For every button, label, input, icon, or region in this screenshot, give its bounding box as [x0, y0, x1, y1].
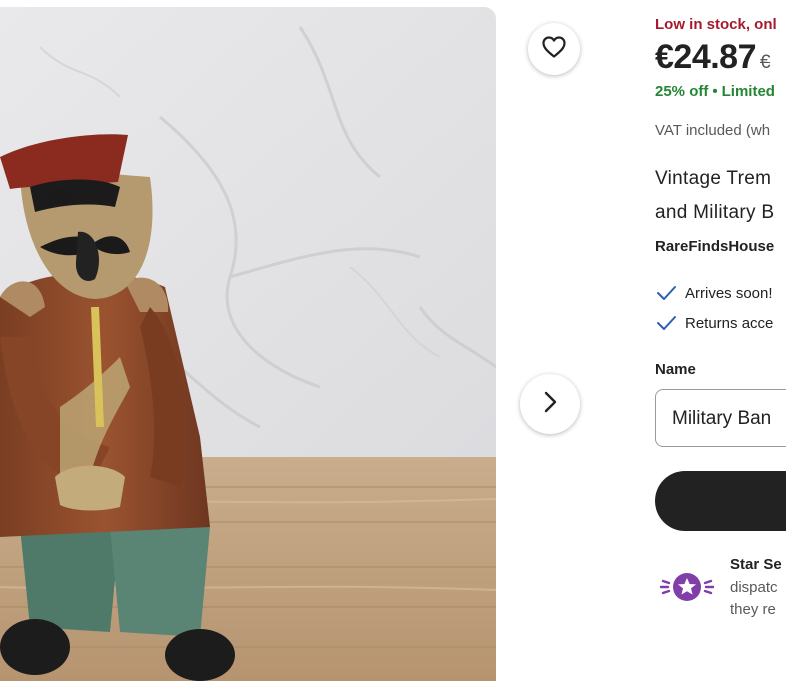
- perk-item: Returns acce: [655, 314, 773, 332]
- product-title-line: Vintage Trem: [655, 168, 772, 189]
- next-image-button[interactable]: [520, 374, 580, 434]
- current-price: €24.87: [655, 38, 757, 76]
- check-icon: [657, 316, 676, 330]
- discount-line: 25% off • Limited: [655, 83, 775, 100]
- product-info-panel: Low in stock, onl €24.87 € 25% off • Limite…: [655, 0, 786, 681]
- discount-note: Limited: [721, 83, 775, 100]
- check-icon: [657, 286, 676, 300]
- star-seller-line: they re: [730, 601, 776, 618]
- product-title: Vintage Trem and Military B: [655, 162, 774, 230]
- perk-item: Arrives soon!: [655, 284, 773, 302]
- perk-label[interactable]: Returns acce: [685, 315, 773, 332]
- separator-dot: •: [712, 83, 718, 100]
- star-seller-line: dispatc: [730, 579, 778, 596]
- stock-status: Low in stock, onl: [655, 16, 777, 33]
- option-select[interactable]: Military Ban: [655, 389, 786, 447]
- vat-note: VAT included (wh: [655, 122, 771, 139]
- original-price: €: [760, 52, 771, 73]
- favorite-button[interactable]: [528, 23, 580, 75]
- perk-label: Arrives soon!: [685, 284, 773, 302]
- star-seller-badge-icon: [659, 568, 715, 611]
- star-seller-description: dispatc they re: [730, 577, 778, 621]
- price-block: €24.87 €: [655, 38, 771, 77]
- heart-icon: [541, 35, 567, 64]
- product-title-line: and Military B: [655, 202, 775, 223]
- option-label: Name: [655, 361, 696, 378]
- product-image[interactable]: [0, 7, 496, 681]
- star-seller-title: Star Se: [730, 556, 782, 573]
- discount-percent: 25% off: [655, 83, 709, 100]
- chevron-right-icon: [540, 390, 560, 419]
- add-to-basket-button[interactable]: [655, 471, 786, 531]
- shop-name-link[interactable]: RareFindsHouse: [655, 238, 774, 255]
